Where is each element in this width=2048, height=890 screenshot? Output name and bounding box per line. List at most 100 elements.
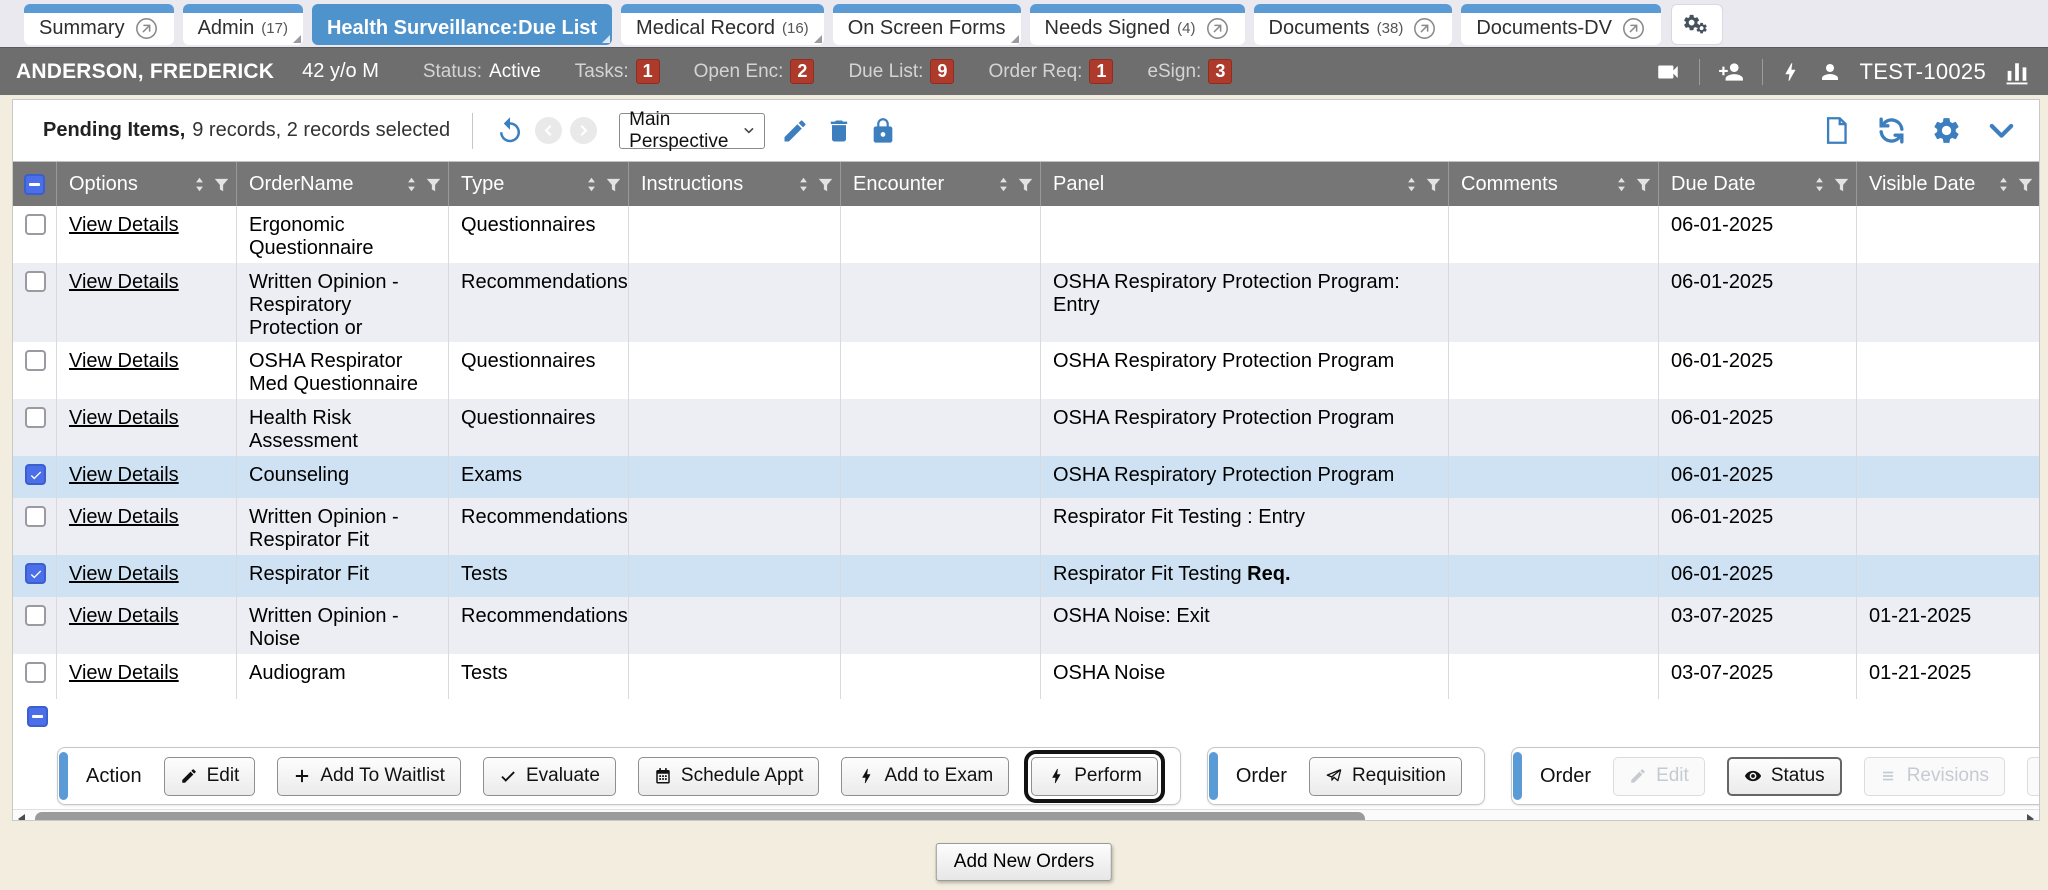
revisions-button: Revisions	[1864, 757, 2005, 796]
view-details-link[interactable]: View Details	[69, 605, 179, 627]
row-checkbox[interactable]	[25, 605, 46, 626]
tab-label: Documents-DV	[1476, 17, 1612, 40]
sort-icon	[1811, 175, 1828, 194]
tab-documents-dv[interactable]: Documents-DV	[1461, 4, 1661, 45]
tab-summary[interactable]: Summary	[24, 4, 174, 45]
pencil-icon	[180, 767, 198, 785]
cell-comments	[1449, 342, 1659, 399]
row-checkbox[interactable]	[25, 464, 46, 485]
cell-order-name: Written Opinion - Noise	[237, 597, 449, 654]
horizontal-scrollbar[interactable]	[13, 809, 2039, 821]
tab-health-surveillance-due-list[interactable]: Health Surveillance:Due List	[312, 4, 612, 45]
view-details-link[interactable]: View Details	[69, 214, 179, 236]
bolt-icon[interactable]	[1779, 59, 1801, 85]
select-all-footer-checkbox[interactable]	[27, 706, 48, 727]
column-header-due-date[interactable]: Due Date	[1659, 162, 1857, 206]
row-checkbox[interactable]	[25, 506, 46, 527]
tab-medical-record[interactable]: Medical Record(16)	[621, 4, 824, 45]
column-header-options[interactable]: Options	[57, 162, 237, 206]
column-header-encounter[interactable]: Encounter	[841, 162, 1041, 206]
view-details-link[interactable]: View Details	[69, 563, 179, 585]
lock-icon[interactable]	[869, 117, 897, 145]
view-details-link[interactable]: View Details	[69, 662, 179, 684]
scroll-right-arrow[interactable]	[2027, 814, 2034, 821]
evaluate-button[interactable]: Evaluate	[483, 757, 616, 796]
status-button[interactable]: Status	[1727, 757, 1842, 796]
tab-label: Summary	[39, 17, 125, 40]
external-link-icon[interactable]	[1412, 16, 1437, 41]
prev-page-button[interactable]	[535, 117, 562, 144]
gear-icon[interactable]	[1931, 115, 1962, 146]
column-header-visible-date[interactable]: Visible Date	[1857, 162, 2039, 206]
view-details-link[interactable]: View Details	[69, 407, 179, 429]
collapse-chevron-icon[interactable]	[1986, 115, 2017, 146]
video-camera-icon[interactable]	[1653, 59, 1683, 85]
add-person-icon[interactable]	[1716, 59, 1746, 85]
cell-instructions	[629, 597, 841, 654]
tab-admin[interactable]: Admin(17)	[183, 4, 303, 45]
counter-due-list[interactable]: Due List:9	[848, 59, 954, 84]
scrollbar-thumb[interactable]	[35, 812, 1365, 821]
counter-badge: 3	[1208, 59, 1232, 84]
filter-icon	[1635, 175, 1652, 194]
cell-due-date: 06-01-2025	[1659, 399, 1857, 456]
cell-type: Recommendations	[449, 498, 629, 555]
schedule-appt-button[interactable]: Schedule Appt	[638, 757, 820, 796]
column-header-comments[interactable]: Comments	[1449, 162, 1659, 206]
next-page-button[interactable]	[570, 117, 597, 144]
add-to-waitlist-button[interactable]: Add To Waitlist	[277, 757, 461, 796]
row-checkbox[interactable]	[25, 350, 46, 371]
cell-order-name: OSHA Respirator Med Questionnaire	[237, 342, 449, 399]
tab-on-screen-forms[interactable]: On Screen Forms	[833, 4, 1021, 45]
column-header-ordername[interactable]: OrderName	[237, 162, 449, 206]
delete-perspective-icon[interactable]	[825, 117, 853, 145]
row-checkbox[interactable]	[25, 662, 46, 683]
scroll-left-arrow[interactable]	[18, 814, 25, 821]
counter-order-req[interactable]: Order Req:1	[988, 59, 1113, 84]
column-header-instructions[interactable]: Instructions	[629, 162, 841, 206]
requisition-button[interactable]: Requisition	[1309, 757, 1462, 796]
column-header-panel[interactable]: Panel	[1041, 162, 1449, 206]
refresh-icon[interactable]	[1876, 115, 1907, 146]
row-checkbox[interactable]	[25, 563, 46, 584]
row-checkbox[interactable]	[25, 214, 46, 235]
add-to-exam-button[interactable]: Add to Exam	[841, 757, 1009, 796]
row-checkbox[interactable]	[25, 271, 46, 292]
view-details-link[interactable]: View Details	[69, 271, 179, 293]
cell-comments	[1449, 555, 1659, 597]
edit-perspective-icon[interactable]	[781, 117, 809, 145]
sort-icon	[1403, 175, 1420, 194]
cell-order-name: Ergonomic Questionnaire	[237, 206, 449, 263]
chevron-left-icon	[541, 123, 556, 138]
tab-needs-signed[interactable]: Needs Signed(4)	[1030, 4, 1245, 45]
perspective-select[interactable]: Main Perspective	[619, 113, 765, 149]
view-details-link[interactable]: View Details	[69, 506, 179, 528]
tab-label: On Screen Forms	[848, 17, 1006, 40]
column-header-type[interactable]: Type	[449, 162, 629, 206]
view-details-link[interactable]: View Details	[69, 350, 179, 372]
bar-chart-icon[interactable]	[2002, 58, 2032, 86]
external-link-icon[interactable]	[1621, 16, 1646, 41]
cell-due-date: 06-01-2025	[1659, 263, 1857, 342]
counter-badge: 1	[636, 59, 660, 84]
external-link-icon[interactable]	[134, 16, 159, 41]
filter-icon	[605, 175, 622, 194]
patient-banner: ANDERSON, FREDERICK 42 y/o M Status: Act…	[0, 47, 2048, 95]
cell-select	[13, 555, 57, 597]
edit-button[interactable]: Edit	[164, 757, 256, 796]
tab-settings-button[interactable]	[1671, 4, 1723, 45]
counter-open-enc[interactable]: Open Enc:2	[694, 59, 815, 84]
cell-select	[13, 498, 57, 555]
counter-tasks[interactable]: Tasks:1	[575, 59, 660, 84]
external-link-icon[interactable]	[1205, 16, 1230, 41]
select-all-checkbox[interactable]	[24, 174, 45, 195]
add-new-orders-button[interactable]: Add New Orders	[936, 843, 1112, 881]
tab-documents[interactable]: Documents(38)	[1254, 4, 1453, 45]
perform-button[interactable]: Perform	[1031, 757, 1158, 796]
row-checkbox[interactable]	[25, 407, 46, 428]
view-details-link[interactable]: View Details	[69, 464, 179, 486]
new-document-icon[interactable]	[1821, 115, 1852, 146]
cell-options: View Details	[57, 342, 237, 399]
undo-icon[interactable]	[495, 116, 525, 146]
counter-esign[interactable]: eSign:3	[1147, 59, 1232, 84]
